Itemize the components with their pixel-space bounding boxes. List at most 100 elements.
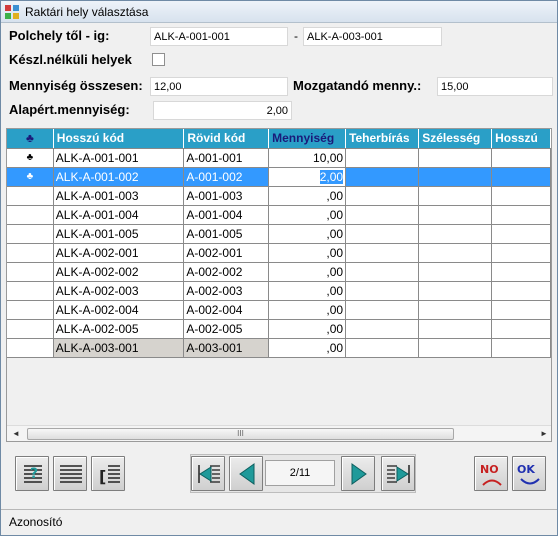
cell-teherbiras[interactable] bbox=[345, 224, 420, 244]
cell-teherbiras[interactable] bbox=[345, 186, 420, 206]
cell-rovid-kod[interactable]: A-001-002 bbox=[183, 167, 270, 187]
cell-szelesseg[interactable] bbox=[418, 281, 493, 301]
cell-hosszu-kod[interactable]: ALK-A-003-001 bbox=[53, 338, 185, 358]
cell-rovid-kod[interactable]: A-001-004 bbox=[183, 205, 270, 225]
cell-hosszu-kod[interactable]: ALK-A-001-002 bbox=[53, 167, 185, 187]
cell-szelesseg[interactable] bbox=[418, 319, 493, 339]
cell-szelesseg[interactable] bbox=[418, 148, 493, 168]
table-row[interactable]: ALK-A-001-003 A-001-003 ,00 bbox=[7, 186, 551, 206]
cell-mennyiseg[interactable]: ,00 bbox=[268, 186, 347, 206]
table-row[interactable]: ALK-A-001-004 A-001-004 ,00 bbox=[7, 205, 551, 225]
cell-szelesseg[interactable] bbox=[418, 300, 493, 320]
col-header-mennyiseg[interactable]: Mennyiség bbox=[268, 129, 347, 149]
cell-hosszu-kod[interactable]: ALK-A-001-001 bbox=[53, 148, 185, 168]
cell-hosszu[interactable] bbox=[491, 148, 551, 168]
col-header-szelesseg[interactable]: Szélesség bbox=[418, 129, 493, 149]
cell-teherbiras[interactable] bbox=[345, 243, 420, 263]
cell-rovid-kod[interactable]: A-002-003 bbox=[183, 281, 270, 301]
cell-rovid-kod[interactable]: A-002-005 bbox=[183, 319, 270, 339]
table-row[interactable]: ♣ ALK-A-001-001 A-001-001 10,00 bbox=[7, 148, 551, 168]
cell-teherbiras[interactable] bbox=[345, 262, 420, 282]
horizontal-scrollbar[interactable]: ◄ III ► bbox=[7, 425, 551, 441]
cell-hosszu-kod[interactable]: ALK-A-002-002 bbox=[53, 262, 185, 282]
table-row[interactable]: ALK-A-002-003 A-002-003 ,00 bbox=[7, 281, 551, 301]
cell-szelesseg[interactable] bbox=[418, 205, 493, 225]
table-row[interactable]: ALK-A-002-004 A-002-004 ,00 bbox=[7, 300, 551, 320]
prev-page-button[interactable] bbox=[229, 456, 263, 491]
table-row[interactable]: ALK-A-002-001 A-002-001 ,00 bbox=[7, 243, 551, 263]
cell-mennyiseg[interactable]: ,00 bbox=[268, 224, 347, 244]
cell-mennyiseg[interactable]: ,00 bbox=[268, 300, 347, 320]
cell-hosszu[interactable] bbox=[491, 186, 551, 206]
last-page-button[interactable] bbox=[381, 456, 415, 491]
col-header-hosszu[interactable]: Hosszú bbox=[491, 129, 551, 149]
cell-teherbiras[interactable] bbox=[345, 281, 420, 301]
cell-hosszu[interactable] bbox=[491, 243, 551, 263]
cell-szelesseg[interactable] bbox=[418, 167, 493, 187]
cell-hosszu[interactable] bbox=[491, 262, 551, 282]
search-grid-button[interactable]: ? bbox=[15, 456, 49, 491]
table-row-selected[interactable]: ♣ ALK-A-001-002 A-001-002 2,00 bbox=[7, 167, 551, 187]
scroll-left-icon[interactable]: ◄ bbox=[12, 429, 20, 439]
cell-hosszu[interactable] bbox=[491, 300, 551, 320]
menny-osszesen-field[interactable]: 12,00 bbox=[150, 77, 288, 96]
cell-rovid-kod[interactable]: A-003-001 bbox=[183, 338, 270, 358]
cell-rovid-kod[interactable]: A-002-002 bbox=[183, 262, 270, 282]
cell-teherbiras[interactable] bbox=[345, 205, 420, 225]
cell-szelesseg[interactable] bbox=[418, 243, 493, 263]
col-header-hosszu-kod[interactable]: Hosszú kód bbox=[53, 129, 185, 149]
cell-szelesseg[interactable] bbox=[418, 186, 493, 206]
location-grid[interactable]: ♣ Hosszú kód Rövid kód Mennyiség Teherbí… bbox=[6, 128, 552, 442]
cell-rovid-kod[interactable]: A-002-001 bbox=[183, 243, 270, 263]
cell-mennyiseg[interactable]: ,00 bbox=[268, 281, 347, 301]
keszl-checkbox[interactable] bbox=[152, 53, 165, 66]
col-header-rovid-kod[interactable]: Rövid kód bbox=[183, 129, 270, 149]
col-header-teherbiras[interactable]: Teherbírás bbox=[345, 129, 420, 149]
next-page-button[interactable] bbox=[341, 456, 375, 491]
cell-teherbiras[interactable] bbox=[345, 167, 420, 187]
cell-teherbiras[interactable] bbox=[345, 300, 420, 320]
cell-hosszu-kod[interactable]: ALK-A-001-004 bbox=[53, 205, 185, 225]
cell-teherbiras[interactable] bbox=[345, 338, 420, 358]
cell-hosszu-kod[interactable]: ALK-A-002-003 bbox=[53, 281, 185, 301]
cell-mennyiseg[interactable]: ,00 bbox=[268, 205, 347, 225]
cell-mennyiseg[interactable]: 10,00 bbox=[268, 148, 347, 168]
cell-mennyiseg[interactable]: ,00 bbox=[268, 338, 347, 358]
cell-hosszu-kod[interactable]: ALK-A-002-004 bbox=[53, 300, 185, 320]
table-row[interactable]: ALK-A-001-005 A-001-005 ,00 bbox=[7, 224, 551, 244]
cell-hosszu-kod[interactable]: ALK-A-001-005 bbox=[53, 224, 185, 244]
table-row[interactable]: ALK-A-003-001 A-003-001 ,00 bbox=[7, 338, 551, 358]
cell-rovid-kod[interactable]: A-001-005 bbox=[183, 224, 270, 244]
scroll-thumb[interactable]: III bbox=[27, 428, 454, 440]
ok-button[interactable]: OK bbox=[512, 456, 546, 491]
table-row[interactable]: ALK-A-002-002 A-002-002 ,00 bbox=[7, 262, 551, 282]
cell-teherbiras[interactable] bbox=[345, 148, 420, 168]
mozgatando-field[interactable]: 15,00 bbox=[437, 77, 553, 96]
cell-hosszu[interactable] bbox=[491, 224, 551, 244]
details-button[interactable]: [ bbox=[91, 456, 125, 491]
cell-mennyiseg[interactable]: ,00 bbox=[268, 262, 347, 282]
cell-rovid-kod[interactable]: A-001-003 bbox=[183, 186, 270, 206]
cell-hosszu-kod[interactable]: ALK-A-002-001 bbox=[53, 243, 185, 263]
table-row[interactable]: ALK-A-002-005 A-002-005 ,00 bbox=[7, 319, 551, 339]
cell-teherbiras[interactable] bbox=[345, 319, 420, 339]
cell-hosszu[interactable] bbox=[491, 205, 551, 225]
cell-mennyiseg-value[interactable]: 2,00 bbox=[319, 169, 344, 184]
cell-mennyiseg[interactable]: ,00 bbox=[268, 319, 347, 339]
cell-hosszu-kod[interactable]: ALK-A-001-003 bbox=[53, 186, 185, 206]
cell-mennyiseg[interactable]: ,00 bbox=[268, 243, 347, 263]
cell-hosszu-kod[interactable]: ALK-A-002-005 bbox=[53, 319, 185, 339]
cell-rovid-kod[interactable]: A-001-001 bbox=[183, 148, 270, 168]
cell-hosszu[interactable] bbox=[491, 281, 551, 301]
list-view-button[interactable] bbox=[53, 456, 87, 491]
cell-szelesseg[interactable] bbox=[418, 262, 493, 282]
polchely-to-field[interactable]: ALK-A-003-001 bbox=[303, 27, 442, 46]
cell-szelesseg[interactable] bbox=[418, 338, 493, 358]
cell-mennyiseg-editor[interactable]: 2,00 bbox=[268, 167, 347, 187]
scroll-right-icon[interactable]: ► bbox=[540, 429, 548, 439]
cell-hosszu[interactable] bbox=[491, 319, 551, 339]
cell-hosszu[interactable] bbox=[491, 167, 551, 187]
cell-szelesseg[interactable] bbox=[418, 224, 493, 244]
alapert-field[interactable]: 2,00 bbox=[153, 101, 292, 120]
cell-rovid-kod[interactable]: A-002-004 bbox=[183, 300, 270, 320]
